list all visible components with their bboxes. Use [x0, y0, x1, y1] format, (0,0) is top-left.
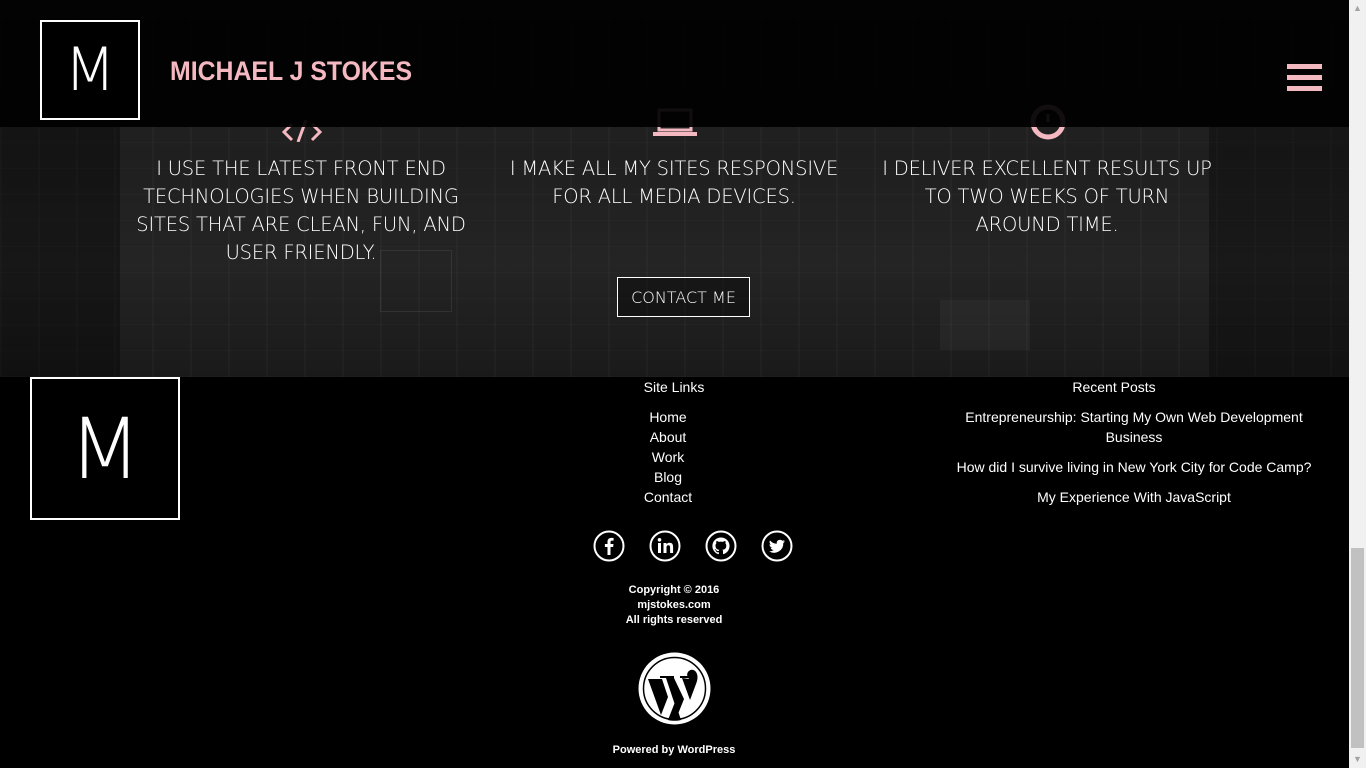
- site-header: M MICHAEL J STOKES: [0, 0, 1349, 127]
- recent-post-link[interactable]: My Experience With JavaScript: [944, 487, 1324, 507]
- copyright-notice: Copyright © 2016 mjstokes.com All rights…: [574, 583, 774, 628]
- contact-me-button[interactable]: CONTACT ME: [617, 277, 750, 317]
- recent-posts-list: Entrepreneurship: Starting My Own Web De…: [944, 407, 1324, 517]
- powered-by-wordpress[interactable]: Powered by WordPress: [574, 744, 774, 756]
- recent-post-link[interactable]: How did I survive living in New York Cit…: [944, 457, 1324, 477]
- footer-link-home[interactable]: Home: [608, 407, 728, 427]
- scrollbar-thumb[interactable]: [1351, 548, 1364, 748]
- github-icon[interactable]: [705, 530, 737, 562]
- footer-logo[interactable]: M: [30, 377, 180, 520]
- feature-text: I USE THE LATEST FRONT END TECHNOLOGIES …: [136, 157, 466, 264]
- footer-link-blog[interactable]: Blog: [608, 467, 728, 487]
- site-logo[interactable]: M: [40, 20, 140, 120]
- page-scrollbar[interactable]: ▲ ▼: [1349, 0, 1366, 768]
- facebook-icon[interactable]: [593, 530, 625, 562]
- footer-link-work[interactable]: Work: [608, 447, 728, 467]
- hamburger-menu-icon[interactable]: [1287, 64, 1322, 92]
- site-links-title: Site Links: [643, 379, 705, 395]
- twitter-icon[interactable]: [761, 530, 793, 562]
- linkedin-icon[interactable]: [649, 530, 681, 562]
- footer-link-about[interactable]: About: [608, 427, 728, 447]
- feature-text: I DELIVER EXCELLENT RESULTS UP TO TWO WE…: [882, 157, 1212, 236]
- recent-posts-title: Recent Posts: [1072, 379, 1156, 395]
- site-links-list: Home About Work Blog Contact: [608, 407, 728, 507]
- copyright-rights: All rights reserved: [625, 614, 723, 626]
- copyright-domain: mjstokes.com: [637, 599, 711, 611]
- copyright-year: Copyright © 2016: [628, 584, 720, 596]
- footer-link-contact[interactable]: Contact: [608, 487, 728, 507]
- feature-text: I MAKE ALL MY SITES RESPONSIVE FOR ALL M…: [509, 157, 839, 208]
- site-title[interactable]: MICHAEL J STOKES: [170, 56, 412, 87]
- scroll-up-arrow-icon[interactable]: ▲: [1349, 0, 1366, 17]
- wordpress-icon[interactable]: [638, 652, 711, 725]
- scroll-down-arrow-icon[interactable]: ▼: [1349, 751, 1366, 768]
- recent-post-link[interactable]: Entrepreneurship: Starting My Own Web De…: [944, 407, 1324, 447]
